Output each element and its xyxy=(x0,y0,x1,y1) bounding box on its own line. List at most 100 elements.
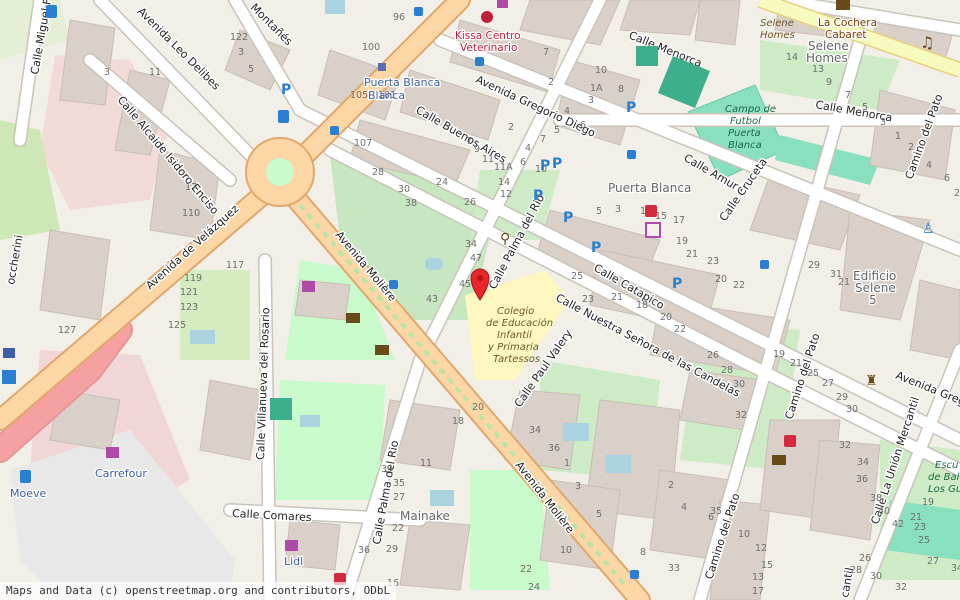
house-number: 30 xyxy=(733,379,745,390)
monument-icon[interactable]: ♜ xyxy=(865,373,878,389)
house-number: 7 xyxy=(466,136,472,147)
poi-label: Moeve xyxy=(10,487,46,500)
house-number: 20 xyxy=(715,274,727,285)
parking-icon[interactable]: P xyxy=(563,210,573,226)
house-number: 2 xyxy=(548,77,554,88)
house-number: 21 xyxy=(790,358,802,369)
house-number: 22 xyxy=(674,324,686,335)
house-number: 45 xyxy=(459,279,471,290)
house-number: 27 xyxy=(393,492,405,503)
veterinary-icon[interactable] xyxy=(481,11,493,23)
bus-stop-icon[interactable] xyxy=(389,280,398,289)
house-number: 123 xyxy=(180,302,198,313)
house-number: 28 xyxy=(721,365,733,376)
hotel-icon[interactable] xyxy=(3,348,15,358)
school-label: y Primaria xyxy=(487,342,539,353)
house-number: 40 xyxy=(878,506,890,517)
parking-icon[interactable]: P xyxy=(540,158,550,174)
house-number: 19 xyxy=(676,236,688,247)
house-number: 9 xyxy=(826,77,832,88)
bus-stop-icon[interactable] xyxy=(630,570,639,579)
house-number: 10 xyxy=(560,545,572,556)
house-number: 110 xyxy=(182,208,200,219)
sports-centre-icon[interactable] xyxy=(657,55,711,109)
house-number: 30 xyxy=(398,184,410,195)
house-number: 26 xyxy=(464,197,476,208)
parking-icon[interactable]: P xyxy=(626,100,636,116)
parking-icon[interactable]: P xyxy=(533,188,543,204)
school-label: Tartessos xyxy=(493,354,540,365)
shop-icon[interactable] xyxy=(497,0,508,8)
house-number: 21 xyxy=(686,249,698,260)
parking-icon[interactable]: P xyxy=(281,82,291,98)
fuel-icon[interactable] xyxy=(46,5,57,18)
fuel-icon[interactable] xyxy=(20,470,31,483)
pool xyxy=(300,415,320,427)
house-number: 27 xyxy=(927,556,939,567)
house-number: 34 xyxy=(529,425,541,436)
poi-label: Puerta xyxy=(728,128,761,139)
fitness-icon[interactable]: ♙ xyxy=(922,221,935,237)
house-number: 23 xyxy=(582,294,594,305)
bus-stop-icon[interactable] xyxy=(414,7,423,16)
bus-stop-icon[interactable] xyxy=(760,260,769,269)
house-number: 3 xyxy=(104,67,110,78)
playground-icon[interactable]: ⚲ xyxy=(500,231,510,247)
bus-station-icon[interactable] xyxy=(378,63,386,71)
house-number: 35 xyxy=(710,506,722,517)
house-number: 3 xyxy=(575,481,581,492)
house-number: 23 xyxy=(707,256,719,267)
fuel-icon[interactable] xyxy=(278,110,289,123)
bus-stop-icon[interactable] xyxy=(330,126,339,135)
parking-icon[interactable]: P xyxy=(552,156,562,172)
sports-centre-icon[interactable] xyxy=(636,46,658,66)
poi-label: La Cochera xyxy=(818,17,877,29)
theatre-icon[interactable] xyxy=(836,0,850,10)
house-number: 32 xyxy=(735,410,747,421)
house-number: 26 xyxy=(859,553,871,564)
house-number: 32 xyxy=(839,440,851,451)
house-number: 28 xyxy=(850,565,862,576)
post-office-icon[interactable] xyxy=(346,313,360,323)
supermarket-icon[interactable] xyxy=(106,447,119,458)
hospital-icon[interactable] xyxy=(645,222,661,238)
house-number: 36 xyxy=(358,545,370,556)
bank-icon[interactable] xyxy=(772,455,786,465)
parking-icon[interactable]: P xyxy=(591,240,601,256)
bus-stop-icon[interactable] xyxy=(627,150,636,159)
house-number: 11 xyxy=(420,458,432,469)
house-number: 7 xyxy=(540,134,546,145)
car-rental-icon[interactable] xyxy=(2,370,16,384)
house-number: 34 xyxy=(465,239,477,250)
house-number: 20 xyxy=(472,402,484,413)
bus-stop-icon[interactable] xyxy=(475,57,484,66)
house-number: 11 xyxy=(482,154,494,165)
supermarket-icon[interactable] xyxy=(285,540,298,551)
house-number: 127 xyxy=(58,325,76,336)
house-number: 28 xyxy=(372,167,384,178)
poi-label: Mainake xyxy=(400,509,450,523)
street-label: Calle Comares xyxy=(232,507,312,524)
house-number: 9 xyxy=(474,144,480,155)
house-number: 3 xyxy=(880,117,886,128)
house-number: 22 xyxy=(733,280,745,291)
sports-centre-icon[interactable] xyxy=(270,398,292,420)
house-number: 29 xyxy=(836,392,848,403)
house-number: 121 xyxy=(180,287,198,298)
house-number: 5 xyxy=(554,125,560,136)
house-number: 119 xyxy=(184,273,202,284)
house-number: 21 xyxy=(838,277,850,288)
pharmacy-icon[interactable] xyxy=(784,435,796,447)
parking-icon[interactable]: P xyxy=(672,276,682,292)
pool xyxy=(325,0,345,14)
music-icon[interactable]: ♫ xyxy=(920,33,934,52)
house-number: 18 xyxy=(636,300,648,311)
house-number: 13 xyxy=(812,64,824,75)
house-number: 17 xyxy=(673,215,685,226)
pharmacy-icon[interactable] xyxy=(645,205,657,217)
map-svg[interactable]: Calle Miguel Fleta Avenida Leo Delibes C… xyxy=(0,0,960,600)
supermarket-icon[interactable] xyxy=(302,281,315,292)
bus-stop-label: Puerta Blanca xyxy=(364,76,440,89)
map-canvas[interactable]: Calle Miguel Fleta Avenida Leo Delibes C… xyxy=(0,0,960,600)
bank-icon[interactable] xyxy=(375,345,389,355)
